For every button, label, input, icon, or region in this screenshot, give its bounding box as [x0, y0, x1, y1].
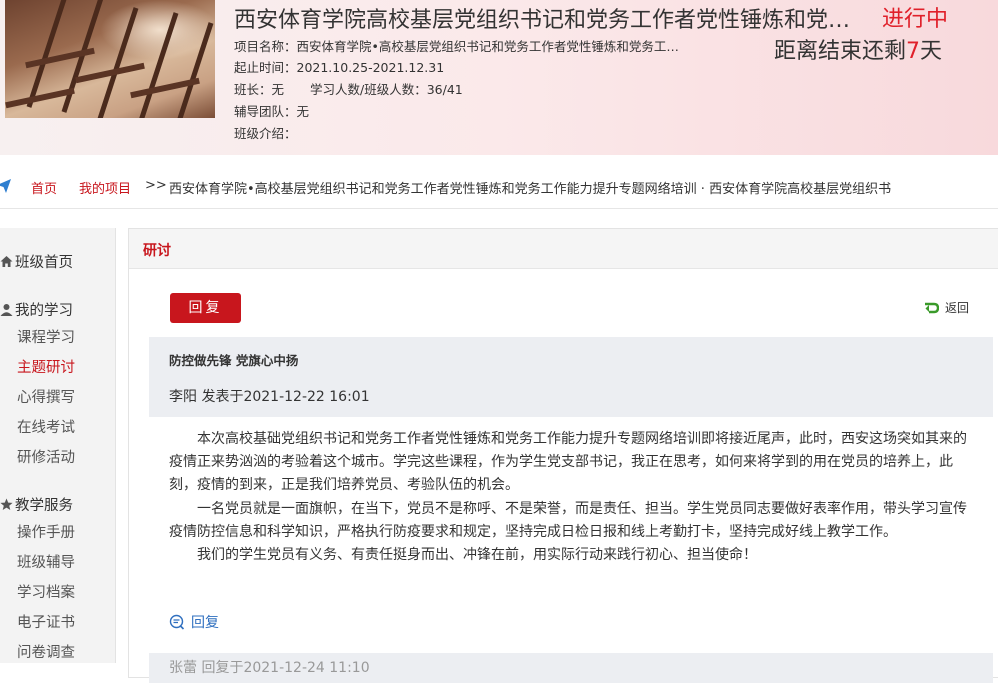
- post-reply-label: 回复: [191, 615, 219, 631]
- learner-count: 学习人数/班级人数：36/41: [310, 82, 463, 97]
- sidebar-section-teaching-service: 教学服务: [0, 494, 73, 515]
- post-topic: 防控做先锋 党旗心中扬: [169, 353, 299, 368]
- back-arrow-icon: [925, 302, 939, 314]
- post-paragraph: 一名党员就是一面旗帜，在当下，党员不是称呼、不是荣誉，而是责任、担当。学生党员同…: [169, 500, 967, 540]
- post-paragraph: 我们的学生党员有义务、有责任挺身而出、冲锋在前，用实际行动来践行初心、担当使命！: [197, 547, 757, 564]
- sidebar-item-survey[interactable]: 问卷调查: [17, 641, 75, 662]
- back-link[interactable]: 返回: [923, 299, 969, 316]
- tutor-team: 辅导团队：无: [234, 104, 310, 119]
- panel-title: 研讨: [143, 243, 171, 259]
- reply-entry-header: 张蕾 回复于2021-12-24 11:10: [149, 653, 993, 683]
- reply-author-meta: 张蕾 回复于2021-12-24 11:10: [169, 660, 370, 676]
- sidebar-section-my-learning: 我的学习: [0, 299, 73, 320]
- project-title: 西安体育学院高校基层党组织书记和党务工作者党性锤炼和党务工作能力提升专题网络培训: [234, 8, 864, 33]
- sidebar-item-reflection-writing[interactable]: 心得撰写: [17, 386, 75, 407]
- class-intro: 班级介绍：: [234, 126, 297, 141]
- countdown: 距离结束还剩7天: [774, 33, 942, 65]
- breadcrumb: 首页 我的项目 >> 西安体育学院•高校基层党组织书记和党务工作者党性锤炼和党务…: [0, 177, 998, 197]
- user-icon: [0, 304, 13, 316]
- class-info: 班长：无 学习人数/班级人数：36/41: [234, 79, 463, 98]
- sidebar-item-e-certificate[interactable]: 电子证书: [17, 611, 75, 632]
- breadcrumb-home[interactable]: 首页: [31, 178, 57, 197]
- panel-header: 研讨: [129, 229, 998, 269]
- countdown-prefix: 距离结束还剩: [774, 39, 907, 64]
- sidebar-item-course-study[interactable]: 课程学习: [17, 326, 75, 347]
- project-cover-image: [5, 0, 215, 118]
- breadcrumb-current-path: 西安体育学院•高校基层党组织书记和党务工作者党性锤炼和党务工作能力提升专题网络培…: [169, 182, 892, 197]
- countdown-days: 7: [906, 39, 921, 64]
- sidebar-item-class-home[interactable]: 班级首页: [0, 251, 73, 272]
- divider: [0, 208, 998, 209]
- post-author-meta: 李阳 发表于2021-12-22 16:01: [169, 389, 370, 405]
- sidebar-item-online-exam[interactable]: 在线考试: [17, 416, 75, 437]
- reply-button[interactable]: 回复: [170, 293, 241, 323]
- project-name: 项目名称：西安体育学院•高校基层党组织书记和党务工作者党性锤炼和党务工作能力提升…: [234, 39, 684, 54]
- comment-icon: [169, 614, 185, 630]
- back-link-label: 返回: [945, 301, 970, 315]
- breadcrumb-separator: >>: [145, 178, 167, 193]
- class-leader: 班长：无: [234, 82, 285, 97]
- post-paragraph: 本次高校基础党组织书记和党务工作者党性锤炼和党务工作能力提升专题网络培训即将接近…: [169, 431, 967, 494]
- project-status: 进行中: [882, 7, 949, 32]
- sidebar: 班级首页 我的学习 课程学习 主题研讨 心得撰写 在线考试 研修活动 教学服务 …: [0, 228, 116, 663]
- project-date-range: 起止时间：2021.10.25-2021.12.31: [234, 60, 445, 75]
- sidebar-item-training-activities[interactable]: 研修活动: [17, 446, 75, 467]
- breadcrumb-my-projects[interactable]: 我的项目: [79, 178, 131, 197]
- star-icon: [0, 498, 13, 510]
- discussion-panel: 研讨 回复 返回 防控做先锋 党旗心中扬 李阳 发表于2021-12-22 16…: [128, 228, 998, 683]
- sidebar-item-learning-records[interactable]: 学习档案: [17, 581, 75, 602]
- home-icon: [0, 256, 13, 267]
- sidebar-item-label: 班级首页: [15, 255, 73, 271]
- post-header: 防控做先锋 党旗心中扬 李阳 发表于2021-12-22 16:01: [149, 337, 993, 417]
- sidebar-item-manual[interactable]: 操作手册: [17, 521, 75, 542]
- post-body: 本次高校基础党组织书记和党务工作者党性锤炼和党务工作能力提升专题网络培训即将接近…: [169, 428, 969, 567]
- sidebar-item-topic-discussion[interactable]: 主题研讨: [17, 356, 75, 377]
- sidebar-section-label: 我的学习: [15, 303, 73, 319]
- sidebar-section-label: 教学服务: [15, 498, 73, 514]
- countdown-suffix: 天: [920, 39, 943, 64]
- paper-plane-icon: [0, 179, 11, 193]
- project-header: 西安体育学院高校基层党组织书记和党务工作者党性锤炼和党务工作能力提升专题网络培训…: [0, 0, 998, 155]
- post-reply-link[interactable]: 回复: [169, 612, 219, 632]
- sidebar-item-class-tutoring[interactable]: 班级辅导: [17, 551, 75, 572]
